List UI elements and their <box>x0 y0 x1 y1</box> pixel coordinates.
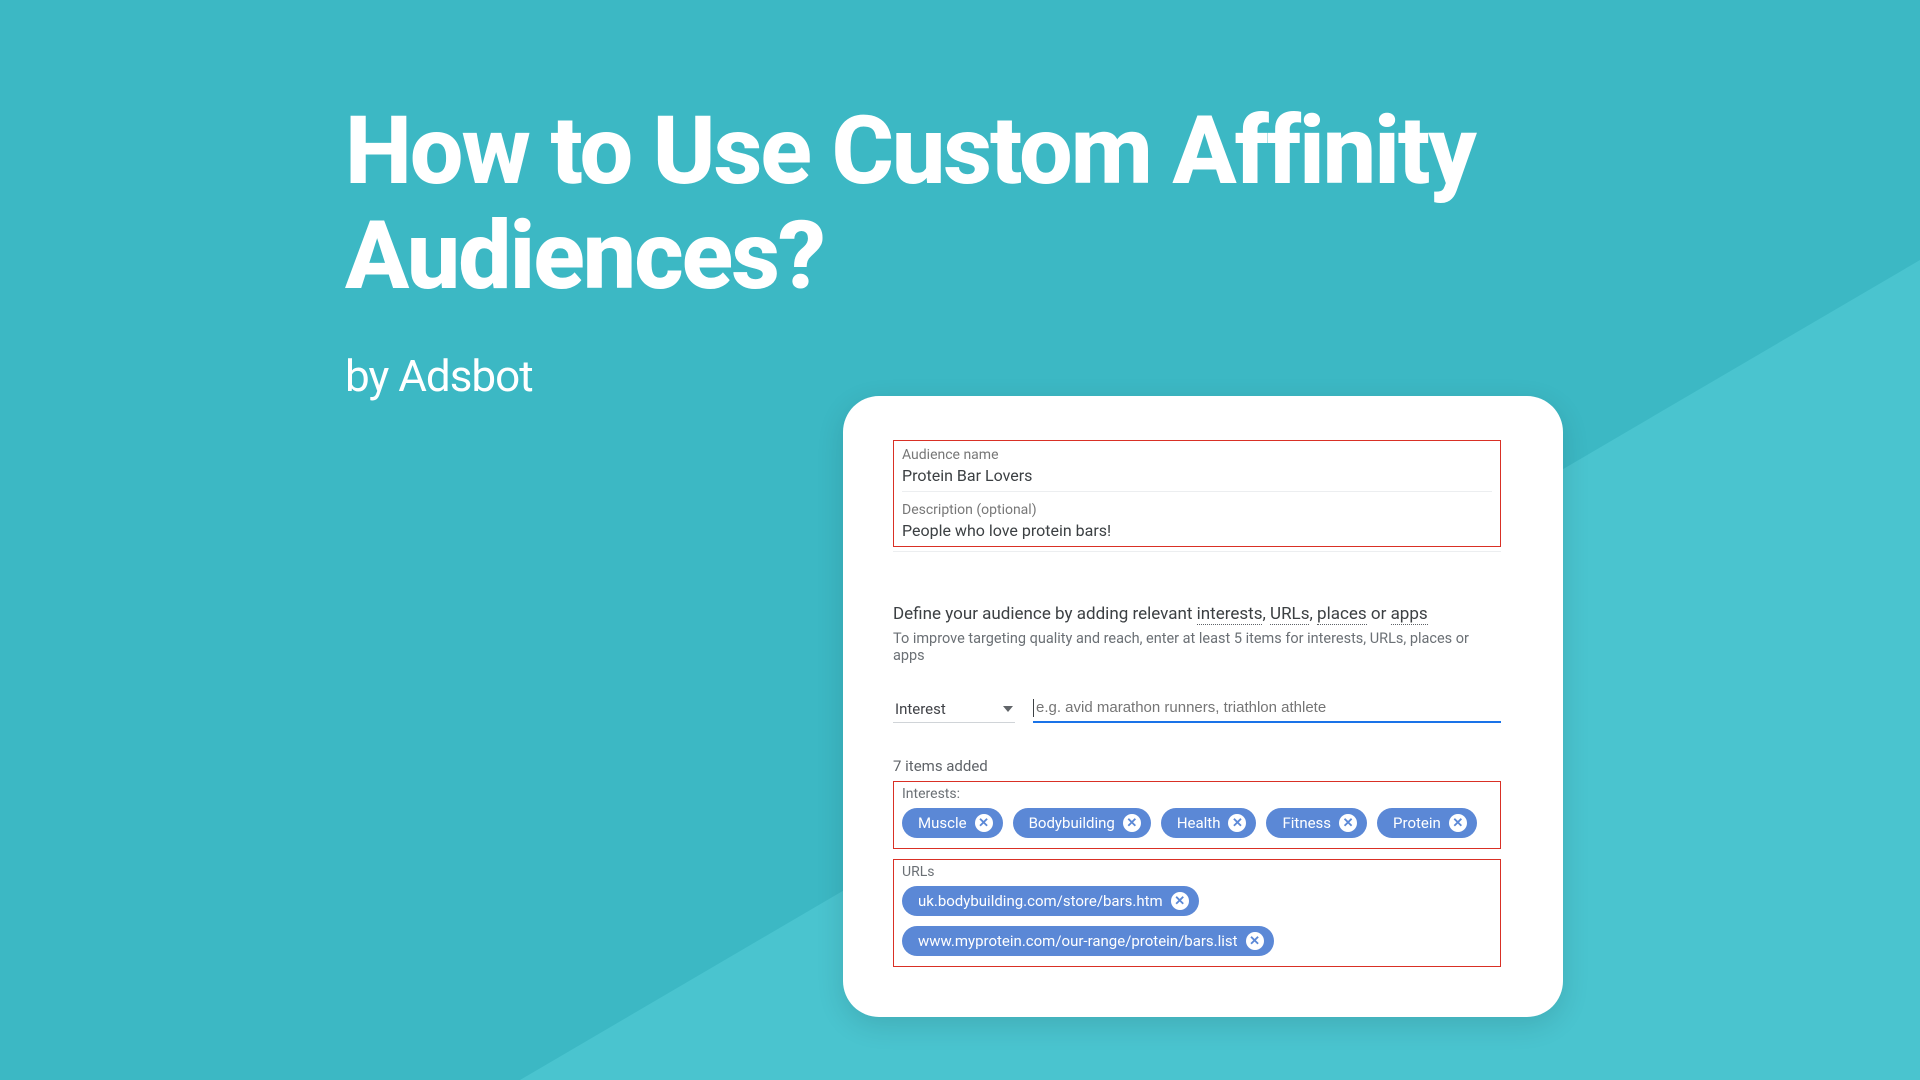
interest-chip[interactable]: Fitness ✕ <box>1266 808 1367 838</box>
chip-label: Fitness <box>1282 814 1331 832</box>
page-title: How to Use Custom Affinity Audiences? <box>345 100 1575 309</box>
audience-name-label: Audience name <box>902 447 1492 463</box>
chevron-down-icon <box>1003 706 1013 712</box>
signal-type-select[interactable]: Interest <box>893 696 1015 723</box>
items-added-count: 7 items added <box>893 757 1501 775</box>
urls-chip-row: uk.bodybuilding.com/store/bars.htm ✕ www.m… <box>902 886 1492 956</box>
audience-editor-card: Audience name Protein Bar Lovers Descrip… <box>843 396 1563 1017</box>
byline: by Adsbot <box>345 350 533 402</box>
interest-chip[interactable]: Muscle ✕ <box>902 808 1003 838</box>
highlight-box-name-description: Audience name Protein Bar Lovers Descrip… <box>893 440 1501 547</box>
description-label: Description (optional) <box>902 502 1492 518</box>
close-icon[interactable]: ✕ <box>1339 814 1357 832</box>
close-icon[interactable]: ✕ <box>1246 932 1264 950</box>
chip-label: Bodybuilding <box>1029 814 1115 832</box>
targeting-quality-hint: To improve targeting quality and reach, … <box>893 630 1501 664</box>
divider <box>902 491 1492 492</box>
text-cursor <box>1033 699 1034 717</box>
chip-label: Health <box>1177 814 1221 832</box>
interest-chip[interactable]: Bodybuilding ✕ <box>1013 808 1151 838</box>
close-icon[interactable]: ✕ <box>1228 814 1246 832</box>
chip-label: uk.bodybuilding.com/store/bars.htm <box>918 892 1163 910</box>
define-audience-instruction: Define your audience by adding relevant … <box>893 604 1501 624</box>
interest-chip[interactable]: Protein ✕ <box>1377 808 1477 838</box>
highlight-box-urls: URLs uk.bodybuilding.com/store/bars.htm ✕… <box>893 859 1501 967</box>
description-input[interactable]: People who love protein bars! <box>902 521 1492 540</box>
close-icon[interactable]: ✕ <box>975 814 993 832</box>
close-icon[interactable]: ✕ <box>1449 814 1467 832</box>
interests-chip-row: Muscle✕Bodybuilding✕Health✕Fitness✕Prote… <box>902 808 1492 838</box>
url-chip[interactable]: www.myprotein.com/our-range/protein/bars… <box>902 926 1274 956</box>
chip-label: Protein <box>1393 814 1441 832</box>
close-icon[interactable]: ✕ <box>1123 814 1141 832</box>
interest-chip[interactable]: Health ✕ <box>1161 808 1257 838</box>
chip-label: www.myprotein.com/our-range/protein/bars… <box>918 932 1238 950</box>
chip-label: Muscle <box>918 814 967 832</box>
close-icon[interactable]: ✕ <box>1171 892 1189 910</box>
interest-input[interactable] <box>1036 699 1501 716</box>
signal-type-select-label: Interest <box>895 700 946 718</box>
urls-group-label: URLs <box>902 864 1492 880</box>
interests-group-label: Interests: <box>902 786 1492 802</box>
url-chip[interactable]: uk.bodybuilding.com/store/bars.htm ✕ <box>902 886 1199 916</box>
highlight-box-interests: Interests: Muscle✕Bodybuilding✕Health✕Fi… <box>893 781 1501 849</box>
interest-input-wrap[interactable] <box>1033 696 1501 723</box>
divider <box>893 551 1501 552</box>
audience-name-input[interactable]: Protein Bar Lovers <box>902 466 1492 485</box>
